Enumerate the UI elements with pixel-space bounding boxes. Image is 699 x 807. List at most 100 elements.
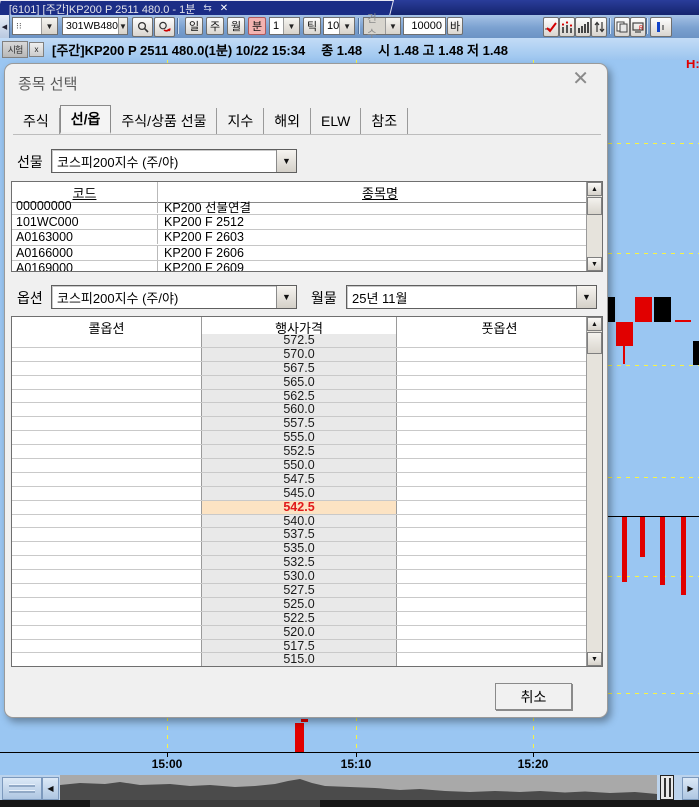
strike-price-list[interactable]: 572.5570.0567.5565.0562.5560.0557.5555.0…	[12, 334, 586, 666]
tab-index[interactable]: 지수	[217, 108, 264, 134]
strike-row[interactable]: 565.0	[12, 376, 586, 390]
futures-row[interactable]: 101WC000KP200 F 2512	[12, 215, 586, 231]
category-tabs: 주식 선/옵 주식/상품 선물 지수 해외 ELW 참조	[13, 105, 408, 134]
chart-document-tab[interactable]: [6101] [주간]KP200 P 2511 480.0 - 1분 ⇆ ✕	[0, 0, 394, 15]
minimap-slider-handle[interactable]	[660, 775, 674, 800]
check-settings-icon[interactable]	[543, 17, 559, 37]
strike-row[interactable]: 552.5	[12, 445, 586, 459]
strike-row[interactable]: 557.5	[12, 417, 586, 431]
period-month-button[interactable]: 월	[227, 17, 245, 35]
tab-overseas[interactable]: 해외	[264, 108, 311, 134]
strike-row[interactable]: 535.0	[12, 542, 586, 556]
strike-row[interactable]: 555.0	[12, 431, 586, 445]
bar-count-input[interactable]: 10000	[403, 17, 446, 35]
chart-minimap-scrollbar[interactable]: ◀ ▶	[0, 775, 699, 800]
strike-row[interactable]: 532.5	[12, 556, 586, 570]
count-combo-disabled: 건수▼	[363, 17, 401, 35]
futures-scrollbar[interactable]: ▲ ▼	[586, 182, 602, 271]
candlestick	[654, 297, 671, 322]
options-scrollbar[interactable]: ▲ ▼	[586, 317, 602, 666]
tick-button[interactable]: 틱	[303, 17, 321, 35]
dialog-close-icon[interactable]: ✕	[572, 69, 589, 89]
tab-reference[interactable]: 참조	[361, 108, 408, 134]
volume-bars-icon[interactable]	[559, 17, 575, 37]
search-jump-icon[interactable]	[154, 17, 175, 37]
futures-list[interactable]: 00000000KP200 선물연결101WC000KP200 F 2512A0…	[12, 199, 586, 271]
minimap-grip[interactable]	[2, 777, 42, 800]
futures-market-combo[interactable]: 코스피200지수 (주/야)▼	[51, 149, 297, 173]
chart-info-bar: 시험 x [주간]KP200 P 2511 480.0(1분) 10/22 15…	[0, 38, 699, 60]
candlestick-doji	[301, 719, 308, 722]
strike-row[interactable]: 547.5	[12, 473, 586, 487]
blue-bar-chart-icon[interactable]	[650, 17, 672, 37]
strike-row[interactable]: 545.0	[12, 487, 586, 501]
period-week-button[interactable]: 주	[206, 17, 224, 35]
strike-row[interactable]: 530.0	[12, 570, 586, 584]
badge-close-icon[interactable]: x	[29, 42, 44, 57]
scroll-down-icon[interactable]: ▼	[587, 652, 602, 666]
tab-stock[interactable]: 주식	[13, 108, 60, 134]
sort-updown-icon[interactable]	[591, 17, 607, 37]
count-label: 건수	[367, 11, 385, 41]
strike-row[interactable]: 562.5	[12, 390, 586, 404]
strike-row[interactable]: 525.0	[12, 598, 586, 612]
futures-row[interactable]: A0169000KP200 F 2609	[12, 261, 586, 271]
favorite-list-combo[interactable]: ⁝⁝▼	[12, 17, 58, 35]
options-market-combo[interactable]: 코스피200지수 (주/야)▼	[51, 285, 297, 309]
strike-row[interactable]: 572.5	[12, 334, 586, 348]
cancel-button[interactable]: 취소	[495, 683, 572, 710]
futures-label: 선물	[17, 152, 43, 172]
test-mode-badge: 시험	[2, 41, 28, 58]
strike-row[interactable]: 517.5	[12, 640, 586, 654]
period-day-button[interactable]: 일	[185, 17, 203, 35]
bar-chart-icon[interactable]	[575, 17, 591, 37]
tick-value: 10	[327, 20, 339, 32]
strike-row[interactable]: 542.5	[12, 501, 586, 515]
search-icon[interactable]	[132, 17, 153, 37]
scroll-left-arrow-icon[interactable]: ◀	[42, 777, 59, 800]
link-swap-icon[interactable]: ⇆	[203, 3, 211, 14]
bar-apply-button[interactable]: 바	[447, 17, 463, 35]
scroll-right-arrow-icon[interactable]: ▶	[682, 777, 699, 800]
collapse-left-icon[interactable]: ◀	[0, 15, 10, 38]
strike-row[interactable]: 570.0	[12, 348, 586, 362]
futures-row[interactable]: A0163000KP200 F 2603	[12, 230, 586, 246]
strike-row[interactable]: 567.5	[12, 362, 586, 376]
contract-month-combo[interactable]: 25년 11월▼	[346, 285, 597, 309]
strike-row[interactable]: 520.0	[12, 626, 586, 640]
strike-row[interactable]: 540.0	[12, 515, 586, 529]
strike-row[interactable]: 527.5	[12, 584, 586, 598]
grid-line	[608, 143, 699, 144]
period-minute-button[interactable]: 분	[248, 17, 266, 35]
tick-count-combo[interactable]: 10▼	[323, 17, 355, 35]
tab-stock-commodity-futures[interactable]: 주식/상품 선물	[111, 108, 217, 134]
symbol-code-combo[interactable]: 301WB480▼	[62, 17, 128, 35]
minimap-track[interactable]	[60, 775, 657, 800]
strike-row[interactable]: 537.5	[12, 528, 586, 542]
screen-capture-icon[interactable]: R	[630, 17, 646, 37]
minute-interval-combo[interactable]: 1▼	[269, 17, 300, 35]
futures-market-value: 코스피200지수 (주/야)	[57, 152, 178, 171]
strike-row[interactable]: 560.0	[12, 403, 586, 417]
candlestick	[693, 341, 699, 365]
chevron-down-icon: ▼	[339, 18, 354, 34]
strike-row[interactable]: 515.0	[12, 653, 586, 666]
scroll-down-icon[interactable]: ▼	[587, 257, 602, 271]
strike-row[interactable]: 522.5	[12, 612, 586, 626]
close-price: 종 1.48	[321, 40, 362, 59]
scroll-up-icon[interactable]: ▲	[587, 182, 602, 196]
tab-elw[interactable]: ELW	[311, 108, 361, 134]
scroll-up-icon[interactable]: ▲	[587, 317, 602, 331]
scroll-thumb[interactable]	[587, 332, 602, 354]
strike-row[interactable]: 550.0	[12, 459, 586, 473]
tab-futures-options[interactable]: 선/옵	[60, 105, 112, 134]
copy-page-icon[interactable]	[614, 17, 630, 37]
tab-baseline	[13, 134, 601, 135]
futures-row[interactable]: 00000000KP200 선물연결	[12, 199, 586, 215]
tab-close-icon[interactable]: ✕	[220, 3, 228, 14]
futures-row[interactable]: A0166000KP200 F 2606	[12, 246, 586, 262]
list-icon: ⁝⁝	[16, 21, 22, 32]
chevron-down-icon: ▼	[385, 18, 400, 34]
indicator-bar	[622, 517, 627, 582]
scroll-thumb[interactable]	[587, 197, 602, 215]
